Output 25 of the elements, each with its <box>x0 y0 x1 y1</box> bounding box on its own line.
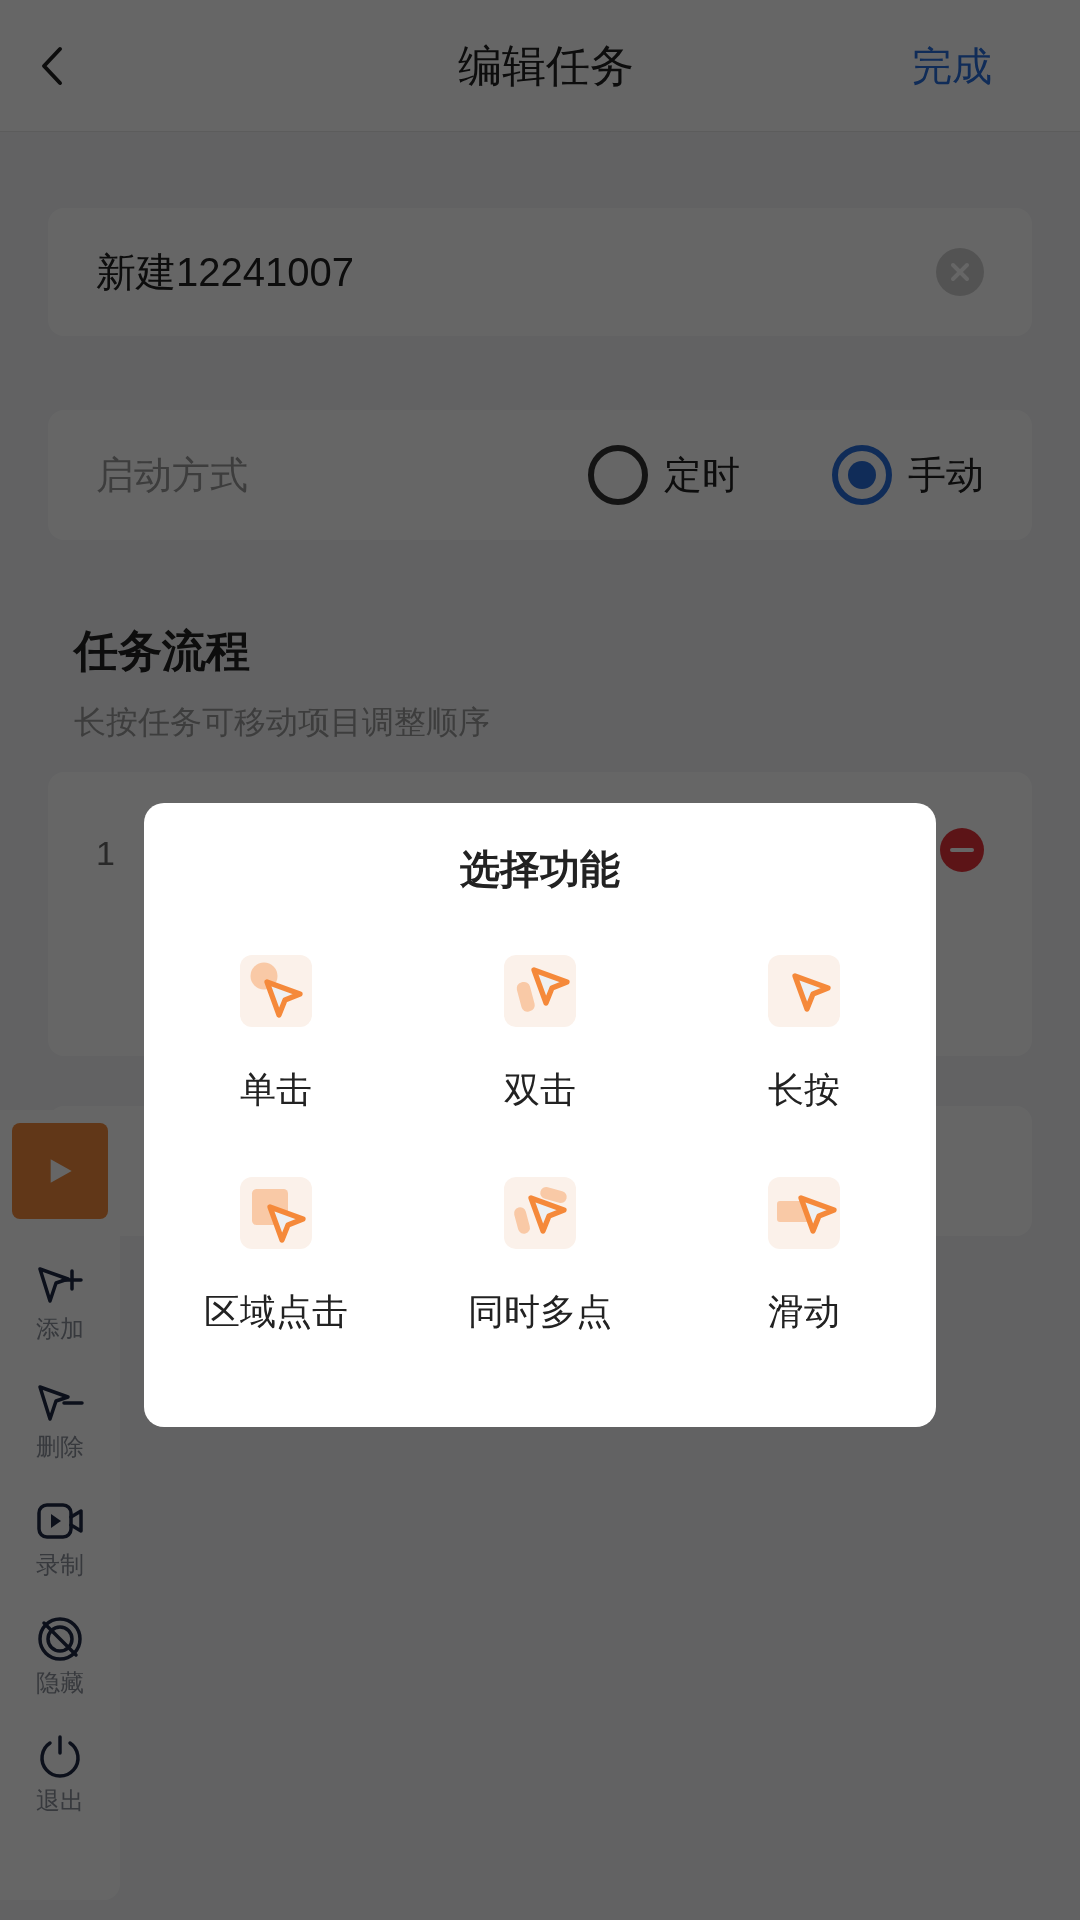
function-option[interactable]: 滑动 <box>672 1177 936 1339</box>
task-name-value: 新建12241007 <box>96 249 354 296</box>
task-name-field[interactable]: 新建12241007 <box>48 208 1032 336</box>
radio-option[interactable]: 定时 <box>588 445 740 505</box>
function-option[interactable]: 区域点击 <box>144 1177 408 1339</box>
hidden-icon <box>36 1615 84 1663</box>
cursor-icon <box>240 955 312 1027</box>
dialog-title: 选择功能 <box>460 846 620 893</box>
function-option[interactable]: 双击 <box>408 955 672 1117</box>
cursor-icon <box>504 955 576 1027</box>
function-option[interactable]: 同时多点 <box>408 1177 672 1339</box>
remove-icon[interactable] <box>940 828 984 872</box>
cursor-icon <box>768 1177 840 1249</box>
play-button[interactable] <box>12 1123 108 1219</box>
done-button[interactable]: 完成 <box>912 35 992 96</box>
cursor-icon <box>504 1177 576 1249</box>
cursor-icon <box>768 955 840 1027</box>
back-icon <box>40 45 64 86</box>
function-option[interactable]: 单击 <box>144 955 408 1117</box>
radio-option[interactable]: 手动 <box>832 445 984 505</box>
section-title: 任务流程 <box>74 625 251 677</box>
page-title: 编辑任务 <box>458 39 634 92</box>
cursor-icon <box>240 1177 312 1249</box>
function-option[interactable]: 长按 <box>672 955 936 1117</box>
task-index: 1 <box>96 833 115 874</box>
